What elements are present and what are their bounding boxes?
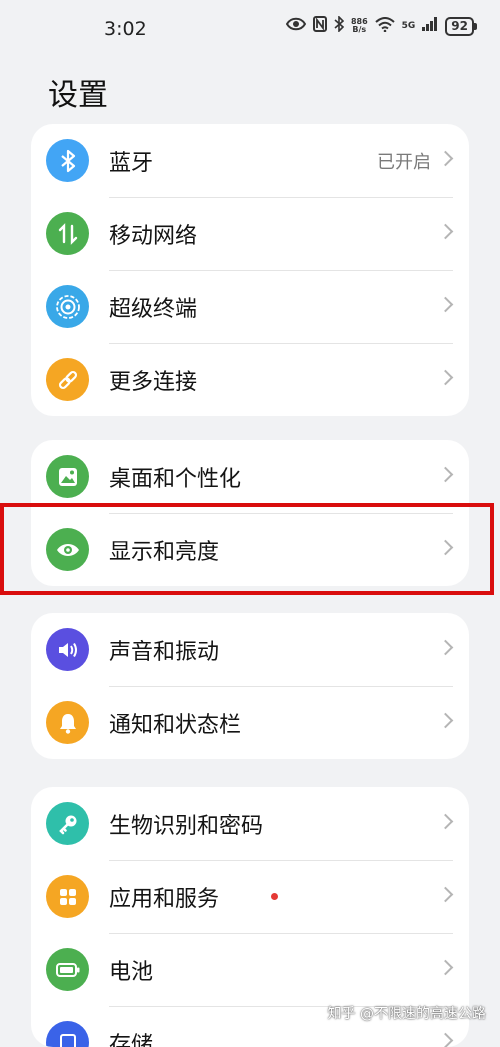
storage-icon [46,1021,89,1047]
chevron-right-icon [438,467,454,483]
settings-item-bluetooth[interactable]: 蓝牙 已开启 [31,124,469,197]
settings-item-label: 存储 [109,1027,153,1047]
settings-item-label: 电池 [109,954,153,986]
settings-item-notifications-status-bar[interactable]: 通知和状态栏 [31,686,469,759]
settings-item-apps-services[interactable]: 应用和服务 [31,860,469,933]
settings-item-label: 桌面和个性化 [109,461,241,493]
settings-item-mobile-network[interactable]: 移动网络 [31,197,469,270]
settings-item-label: 生物识别和密码 [109,808,263,840]
status-icons: 886 B/s 5G 92 [286,16,474,36]
apps-icon [46,875,89,918]
battery-indicator: 92 [445,17,474,36]
status-time: 3:02 [104,18,147,40]
key-icon [46,802,89,845]
eye-comfort-icon [286,17,306,35]
settings-group-connections: 蓝牙 已开启 移动网络 超级终端 更多连接 [31,124,469,416]
bluetooth-icon [46,139,89,182]
chevron-right-icon [438,224,454,240]
settings-item-value: 已开启 [377,148,431,174]
wallpaper-icon [46,455,89,498]
bell-icon [46,701,89,744]
settings-group-sound-notifications: 声音和振动 通知和状态栏 [31,613,469,759]
super-device-icon [46,285,89,328]
net-speed: 886 B/s [351,18,368,34]
chevron-right-icon [438,1033,454,1047]
link-icon [46,358,89,401]
chevron-right-icon [438,814,454,830]
highlight-box [0,503,494,595]
settings-item-label: 应用和服务 [109,881,219,913]
settings-item-label: 超级终端 [109,291,197,323]
settings-item-label: 通知和状态栏 [109,707,241,739]
chevron-right-icon [438,151,454,167]
chevron-right-icon [438,887,454,903]
settings-item-label: 蓝牙 [109,145,153,177]
settings-item-label: 移动网络 [109,218,197,250]
settings-item-battery[interactable]: 电池 [31,933,469,1006]
page-title: 设置 [48,70,108,114]
status-bar: 3:02 886 B/s 5G 92 [0,0,500,60]
notification-dot [271,893,278,900]
bluetooth-status-icon [334,16,344,36]
chevron-right-icon [438,960,454,976]
mobile-data-icon [46,212,89,255]
settings-item-label: 更多连接 [109,364,197,396]
settings-item-sound-vibration[interactable]: 声音和振动 [31,613,469,686]
settings-item-label: 声音和振动 [109,634,219,666]
chevron-right-icon [438,370,454,386]
network-type: 5G [402,21,416,31]
watermark: 知乎 @不限速的高速公路 [328,1003,486,1023]
settings-item-more-connections[interactable]: 更多连接 [31,343,469,416]
wifi-icon [375,17,395,36]
chevron-right-icon [438,640,454,656]
settings-item-super-device[interactable]: 超级终端 [31,270,469,343]
battery-icon [46,948,89,991]
volume-icon [46,628,89,671]
chevron-right-icon [438,713,454,729]
nfc-icon [313,16,327,36]
settings-item-biometrics-password[interactable]: 生物识别和密码 [31,787,469,860]
signal-icon [422,17,438,35]
chevron-right-icon [438,297,454,313]
